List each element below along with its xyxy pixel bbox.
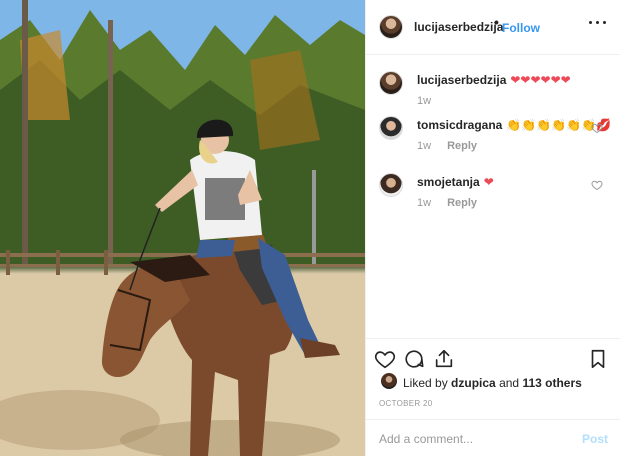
comment-username[interactable]: tomsicdragana <box>417 118 502 132</box>
add-comment-bar: Add a comment... Post <box>366 419 620 456</box>
post-actions-bar <box>366 338 620 374</box>
commenter-avatar[interactable] <box>379 116 403 140</box>
heart-icon[interactable] <box>374 348 396 370</box>
comment-item: lucijaserbedzija ❤❤❤❤❤❤ 1w <box>366 71 620 111</box>
comment-username[interactable]: lucijaserbedzija <box>417 73 506 87</box>
post-comment-button[interactable]: Post <box>582 432 608 446</box>
likes-others-count[interactable]: 113 others <box>522 376 581 390</box>
liker-username[interactable]: dzupica <box>451 376 496 390</box>
commenter-avatar[interactable] <box>379 173 403 197</box>
share-icon[interactable] <box>433 348 455 370</box>
photo-illustration <box>0 0 365 456</box>
like-comment-icon[interactable] <box>591 122 603 134</box>
liker-avatar[interactable] <box>381 373 397 389</box>
reply-button[interactable]: Reply <box>447 140 477 152</box>
bookmark-icon[interactable] <box>587 348 609 370</box>
post-side-panel: lucijaserbedzija • Follow lucijaserbedzi… <box>365 0 620 456</box>
comment-item: smojetanja ❤ 1w Reply <box>366 173 620 213</box>
reply-button[interactable]: Reply <box>447 197 477 209</box>
comment-meta: 1w <box>417 95 431 107</box>
post-header: lucijaserbedzija • Follow <box>366 0 620 55</box>
comment-line: tomsicdragana 👏👏👏👏👏👏💋 <box>417 118 611 132</box>
instagram-post-viewer: lucijaserbedzija • Follow lucijaserbedzi… <box>0 0 620 456</box>
comment-meta: 1w Reply <box>417 140 477 152</box>
likes-text: Liked by dzupica and 113 others <box>403 376 582 390</box>
post-date[interactable]: OCTOBER 20 <box>379 399 433 408</box>
likes-summary: Liked by dzupica and 113 others <box>379 372 614 392</box>
comment-time[interactable]: 1w <box>417 95 431 107</box>
comment-time[interactable]: 1w <box>417 197 431 209</box>
comment-line: smojetanja ❤ <box>417 175 494 189</box>
comment-item: tomsicdragana 👏👏👏👏👏👏💋 1w Reply <box>366 116 620 156</box>
comment-icon[interactable] <box>403 348 425 370</box>
comment-time[interactable]: 1w <box>417 140 431 152</box>
author-avatar[interactable] <box>379 15 403 39</box>
like-comment-icon[interactable] <box>591 179 603 191</box>
comment-meta: 1w Reply <box>417 197 477 209</box>
comment-text: ❤❤❤❤❤❤ <box>510 73 571 87</box>
header-separator: • <box>494 14 499 30</box>
author-username[interactable]: lucijaserbedzija <box>414 20 503 34</box>
comment-username[interactable]: smojetanja <box>417 175 480 189</box>
follow-button[interactable]: Follow <box>502 21 540 35</box>
comment-text: ❤ <box>483 175 494 189</box>
post-photo[interactable] <box>0 0 365 456</box>
likes-joiner: and <box>499 376 520 390</box>
comment-input[interactable]: Add a comment... <box>379 432 473 446</box>
comment-line: lucijaserbedzija ❤❤❤❤❤❤ <box>417 73 571 87</box>
likes-prefix: Liked by <box>403 376 448 390</box>
more-options-icon[interactable] <box>588 13 608 33</box>
commenter-avatar[interactable] <box>379 71 403 95</box>
